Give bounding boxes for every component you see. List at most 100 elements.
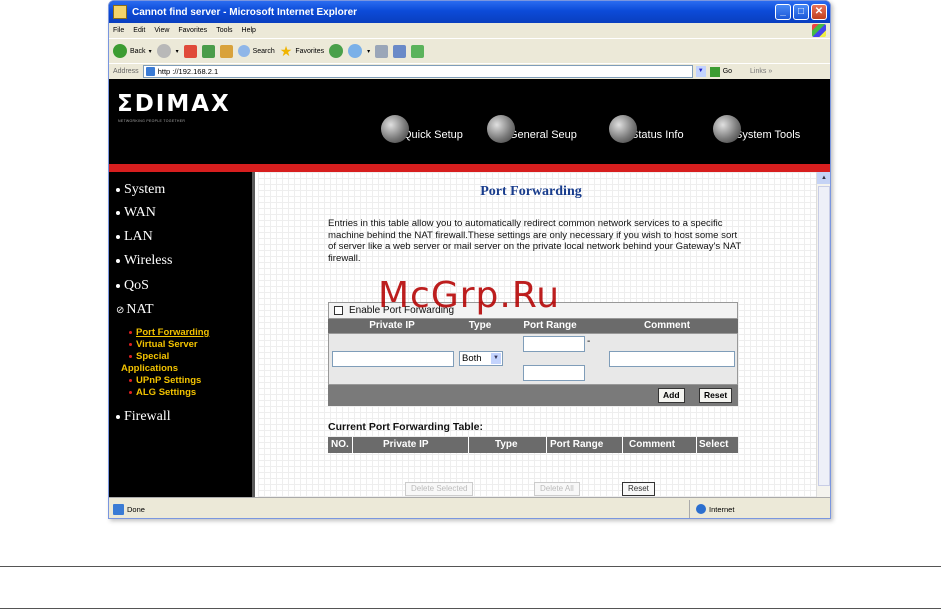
page-rule-bottom: [0, 608, 941, 609]
sidebar-item-wireless[interactable]: Wireless: [116, 253, 172, 269]
menu-favorites[interactable]: Favorites: [178, 27, 207, 34]
scroll-up-icon[interactable]: ▲: [817, 172, 830, 184]
edit-icon[interactable]: [393, 44, 407, 58]
bullet-icon: [116, 211, 120, 215]
browser-window: Cannot find server - Microsoft Internet …: [108, 0, 831, 519]
sidebar-sub-applications[interactable]: Applications: [121, 363, 178, 374]
mail-icon[interactable]: [348, 44, 363, 58]
go-button[interactable]: Go: [723, 68, 732, 75]
windows-logo-icon: [812, 24, 826, 37]
sidebar-sub-port-forwarding[interactable]: Port Forwarding: [129, 327, 209, 338]
address-dropdown-icon[interactable]: ▼: [695, 66, 706, 77]
sidebar-item-nat[interactable]: ⊘ NAT: [116, 302, 154, 318]
type-select[interactable]: Both ▼: [459, 351, 503, 366]
column-current-comment: Comment: [629, 439, 676, 450]
sidebar-label-nat: NAT: [126, 302, 154, 317]
page-icon: [145, 67, 155, 76]
mail-dropdown-icon[interactable]: ▾: [367, 48, 370, 55]
column-separator: [696, 437, 697, 453]
sidebar-label-system: System: [124, 182, 166, 197]
back-arrow-icon: [113, 44, 127, 58]
expanded-icon: ⊘: [116, 304, 125, 316]
vertical-scrollbar[interactable]: ▲: [816, 172, 830, 497]
add-button[interactable]: Add: [658, 388, 685, 403]
sidebar-item-firewall[interactable]: Firewall: [116, 409, 171, 425]
main-content: Port Forwarding Entries in this table al…: [258, 172, 818, 497]
minimize-button[interactable]: _: [775, 4, 791, 20]
edimax-logo: ΣDIMAX: [117, 91, 231, 117]
red-bullet-icon: [129, 355, 132, 358]
title-bar[interactable]: Cannot find server - Microsoft Internet …: [109, 1, 830, 23]
page-rule-top: [0, 566, 941, 567]
home-icon[interactable]: [219, 44, 233, 58]
internet-globe-icon: [696, 504, 706, 514]
window-title: Cannot find server - Microsoft Internet …: [132, 6, 358, 18]
back-dropdown-icon[interactable]: ▾: [149, 48, 152, 55]
red-bullet-icon: [129, 331, 132, 334]
sidebar-sub-upnp[interactable]: UPnP Settings: [129, 375, 201, 386]
bullet-icon: [116, 415, 120, 419]
column-comment: Comment: [643, 320, 691, 331]
nav-system-tools[interactable]: System Tools: [713, 115, 800, 149]
sidebar-sub-alg[interactable]: ALG Settings: [129, 387, 196, 398]
chevron-down-icon: ▼: [491, 353, 501, 364]
nav-general-setup-label: General Seup: [509, 129, 577, 141]
stop-icon[interactable]: [183, 44, 197, 58]
refresh-icon[interactable]: [201, 44, 215, 58]
history-icon[interactable]: [329, 44, 344, 58]
sidebar-sub-special[interactable]: Special: [129, 351, 169, 362]
column-current-type: Type: [495, 439, 518, 450]
port-range-start-input[interactable]: [523, 336, 585, 352]
forward-dropdown-icon[interactable]: ▾: [176, 48, 179, 55]
port-range-end-input[interactable]: [523, 365, 585, 381]
back-button[interactable]: Back ▾: [113, 44, 152, 58]
private-ip-input[interactable]: [332, 351, 454, 367]
nav-status-info[interactable]: Status Info: [609, 115, 684, 149]
forward-arrow-icon[interactable]: [156, 44, 171, 58]
column-current-private-ip: Private IP: [383, 439, 429, 450]
close-button[interactable]: ✕: [811, 4, 827, 20]
address-input[interactable]: http ://192.168.2.1: [142, 65, 693, 78]
menu-file[interactable]: File: [113, 27, 124, 34]
type-select-value: Both: [462, 353, 482, 364]
comment-input[interactable]: [609, 351, 735, 367]
favorites-button[interactable]: ★ Favorites: [280, 43, 324, 60]
reset-table-button[interactable]: Reset: [622, 482, 655, 496]
delete-selected-button[interactable]: Delete Selected: [405, 482, 474, 496]
menu-bar: File Edit View Favorites Tools Help: [109, 23, 830, 38]
quick-setup-icon: [381, 115, 409, 143]
menu-edit[interactable]: Edit: [133, 27, 145, 34]
nav-quick-setup[interactable]: Quick Setup: [381, 115, 463, 149]
sub-label-virtual-server: Virtual Server: [136, 339, 198, 350]
go-arrow-icon[interactable]: [709, 66, 720, 77]
delete-all-button[interactable]: Delete All: [534, 482, 580, 496]
menu-help[interactable]: Help: [242, 27, 256, 34]
column-type: Type: [468, 320, 492, 331]
sidebar-item-qos[interactable]: QoS: [116, 278, 149, 294]
sidebar-sub-virtual-server[interactable]: Virtual Server: [129, 339, 198, 350]
form-button-row: Add Reset: [328, 385, 738, 406]
sidebar-item-lan[interactable]: LAN: [116, 229, 153, 245]
scrollbar-thumb[interactable]: [818, 186, 830, 486]
menu-tools[interactable]: Tools: [216, 27, 232, 34]
nav-general-setup[interactable]: General Seup: [487, 115, 577, 149]
star-icon: ★: [279, 42, 293, 59]
links-button[interactable]: Links »: [750, 68, 772, 75]
search-button[interactable]: Search: [237, 45, 275, 57]
sidebar-item-wan[interactable]: WAN: [116, 205, 156, 221]
sidebar-label-wireless: Wireless: [124, 253, 173, 268]
sub-label-applications: Applications: [121, 363, 179, 374]
port-range-separator: -: [587, 336, 591, 347]
back-label: Back: [130, 47, 146, 55]
security-zone: Internet: [689, 500, 734, 518]
maximize-button[interactable]: □: [793, 4, 809, 20]
header-divider: [109, 164, 830, 172]
messenger-icon[interactable]: [411, 44, 425, 58]
print-icon[interactable]: [375, 44, 389, 58]
reset-button[interactable]: Reset: [699, 388, 733, 403]
column-separator: [622, 437, 623, 453]
enable-port-forwarding-checkbox[interactable]: [334, 306, 343, 315]
sidebar-item-system[interactable]: System: [116, 182, 165, 198]
nav-status-info-label: Status Info: [631, 129, 684, 141]
menu-view[interactable]: View: [154, 27, 169, 34]
